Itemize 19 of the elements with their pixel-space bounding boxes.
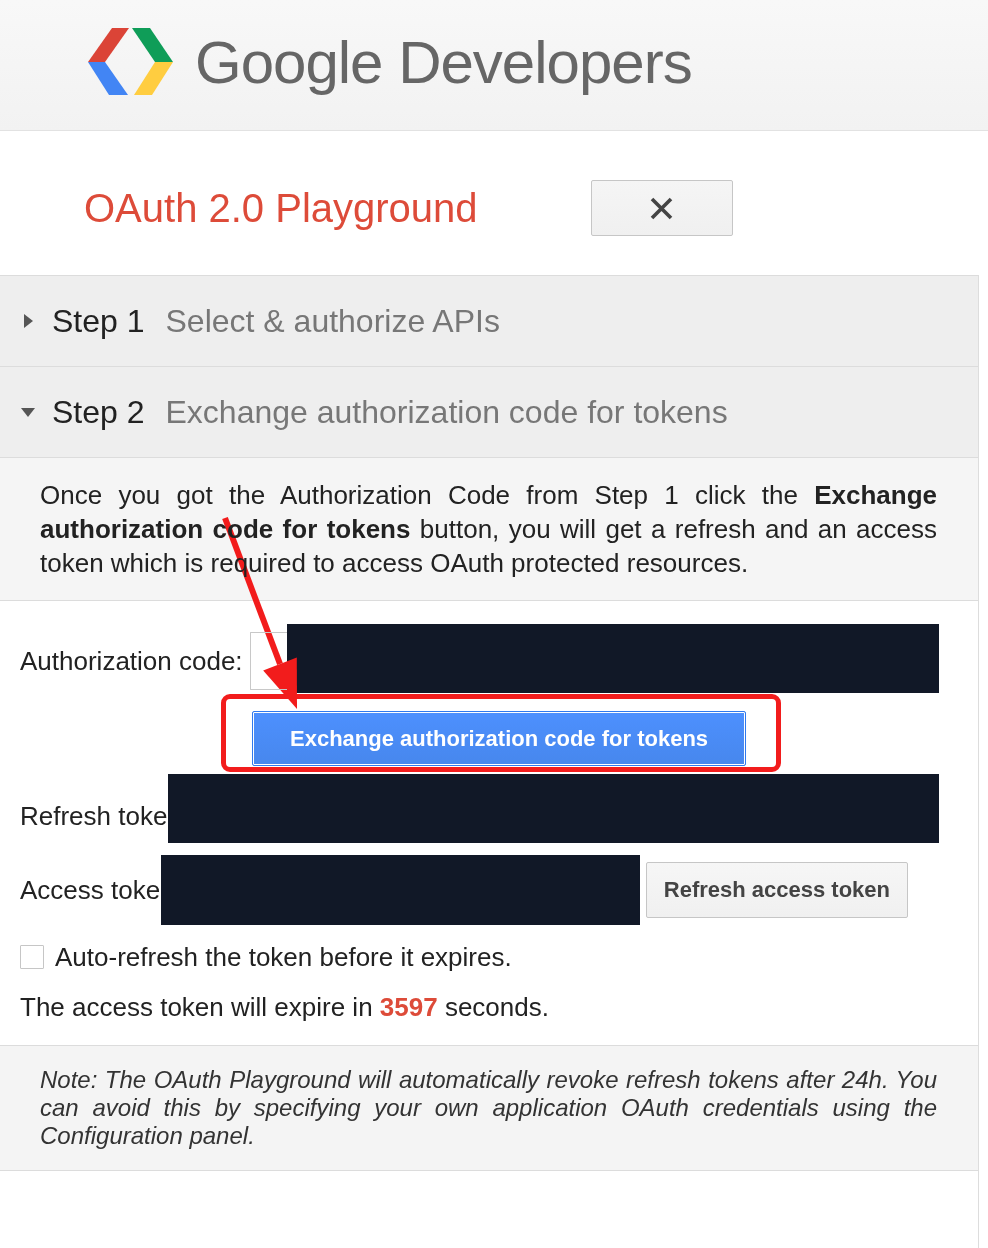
close-icon xyxy=(650,196,674,220)
refresh-access-token-button[interactable]: Refresh access token xyxy=(645,862,908,918)
brackets-logo-icon xyxy=(88,27,173,95)
field-label: Authorization code: xyxy=(20,646,244,676)
expiry-text: The access token will expire in 3597 seconds. xyxy=(20,992,550,1022)
checkbox[interactable] xyxy=(20,945,44,969)
field-label: Access toke xyxy=(20,875,161,905)
step-header[interactable]: Step 2 Exchange authorization code for tokens xyxy=(0,366,978,457)
page-title: OAuth 2.0 Playground xyxy=(84,188,478,228)
step-title: Select & authorize APIs xyxy=(165,303,500,339)
step-number: Step 1 xyxy=(52,303,145,339)
step-number: Step 2 xyxy=(52,394,145,430)
note-text: Note: The OAuth Playground will automatically revoke refresh tokens after 24h. You can avoid this by specifying your own application OAuth credentials using the Configuration panel. xyxy=(40,1066,937,1150)
step-header[interactable]: Step 1 Select & authorize APIs xyxy=(0,275,978,366)
step-title: Exchange authorization code for tokens xyxy=(165,394,728,430)
checkbox-label: Auto-refresh the token before it expires. xyxy=(55,942,512,972)
close-button[interactable] xyxy=(590,180,733,236)
field-label: Refresh toke xyxy=(20,801,168,831)
brand-name: Google Developers xyxy=(195,33,692,93)
